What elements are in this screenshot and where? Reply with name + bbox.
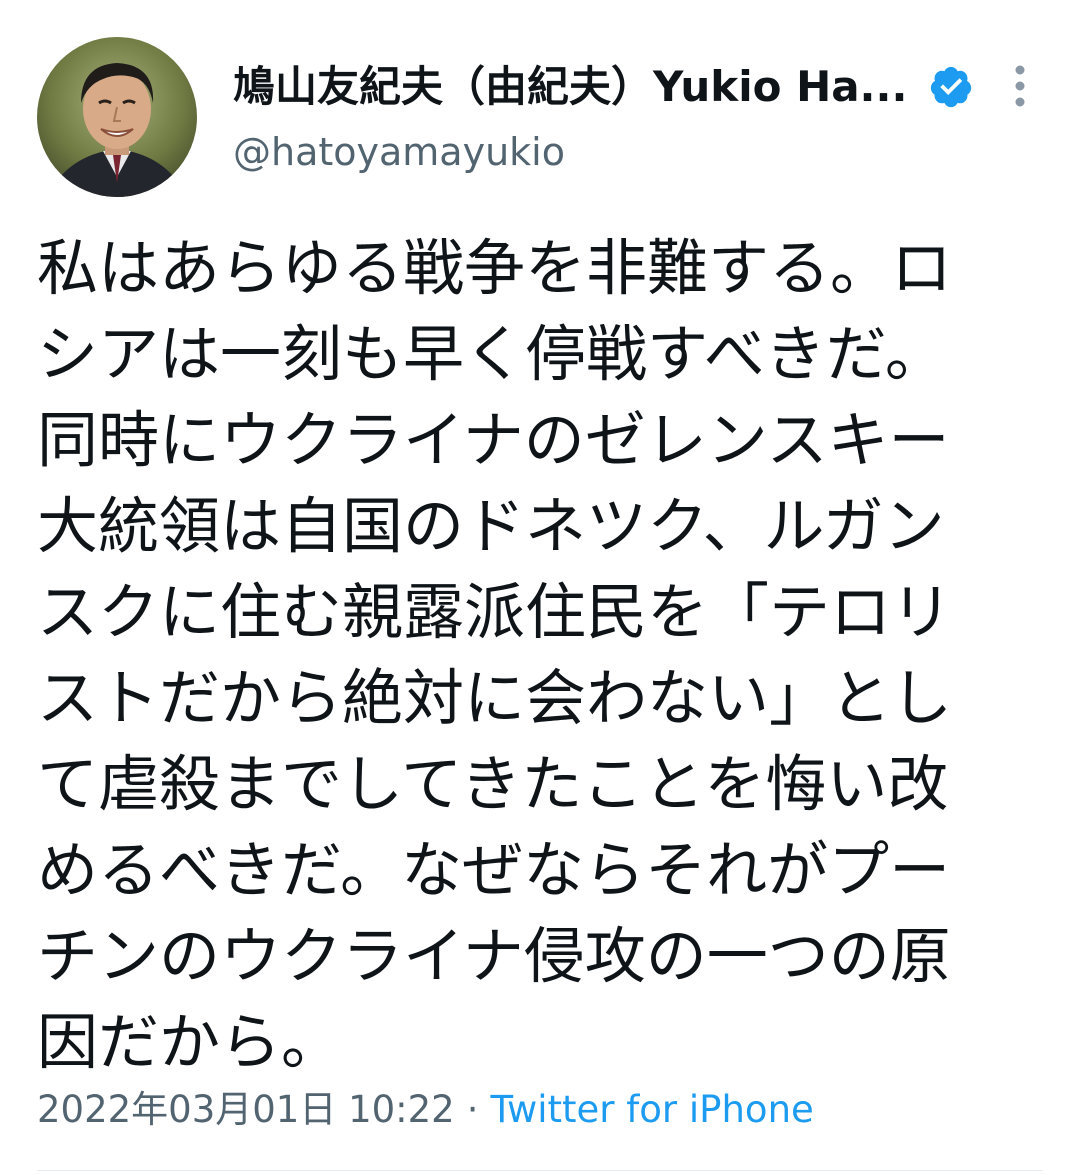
tweet-body-line: スクに住む親露派住民を「テロリ [37, 577, 953, 648]
author-handle[interactable]: @hatoyamayukio [233, 128, 565, 176]
author-avatar[interactable] [37, 37, 197, 197]
tweet-body-line: 大統領は自国のドネツク、ルガン [37, 491, 945, 562]
tweet-card: 鳩山友紀夫（由紀夫）Yukio Ha... @hatoyamayukio 私はあ… [0, 0, 1080, 1175]
metadata-separator: · [466, 1088, 479, 1131]
tweet-source-link[interactable]: Twitter for iPhone [490, 1088, 813, 1131]
more-options-icon[interactable] [1000, 60, 1040, 116]
tweet-timestamp[interactable]: 2022年03月01日 10:22 [37, 1088, 455, 1131]
tweet-body-line: て虐殺までしてきたことを悔い改 [37, 749, 949, 820]
tweet-body: 私はあらゆる戦争を非難する。ロ シアは一刻も早く停戦すべきだ。 同時にウクライナ… [37, 226, 1037, 1086]
tweet-body-line: 私はあらゆる戦争を非難する。ロ [37, 233, 953, 304]
divider [37, 1170, 1043, 1171]
verified-badge-icon [928, 64, 974, 110]
avatar-photo-icon [37, 37, 197, 197]
tweet-body-line: チンのウクライナ侵攻の一つの原 [37, 921, 951, 992]
tweet-body-line: シアは一刻も早く停戦すべきだ。 [37, 319, 946, 390]
tweet-metadata: 2022年03月01日 10:22 · Twitter for iPhone [37, 1085, 814, 1135]
author-display-name[interactable]: 鳩山友紀夫（由紀夫）Yukio Ha... [233, 60, 913, 114]
tweet-body-line: ストだから絶対に会わない」とし [37, 663, 953, 734]
tweet-body-line: 因だから。 [37, 1007, 343, 1078]
tweet-body-line: 同時にウクライナのゼレンスキー [37, 405, 950, 476]
tweet-body-line: めるべきだ。なぜならそれがプー [37, 835, 951, 906]
